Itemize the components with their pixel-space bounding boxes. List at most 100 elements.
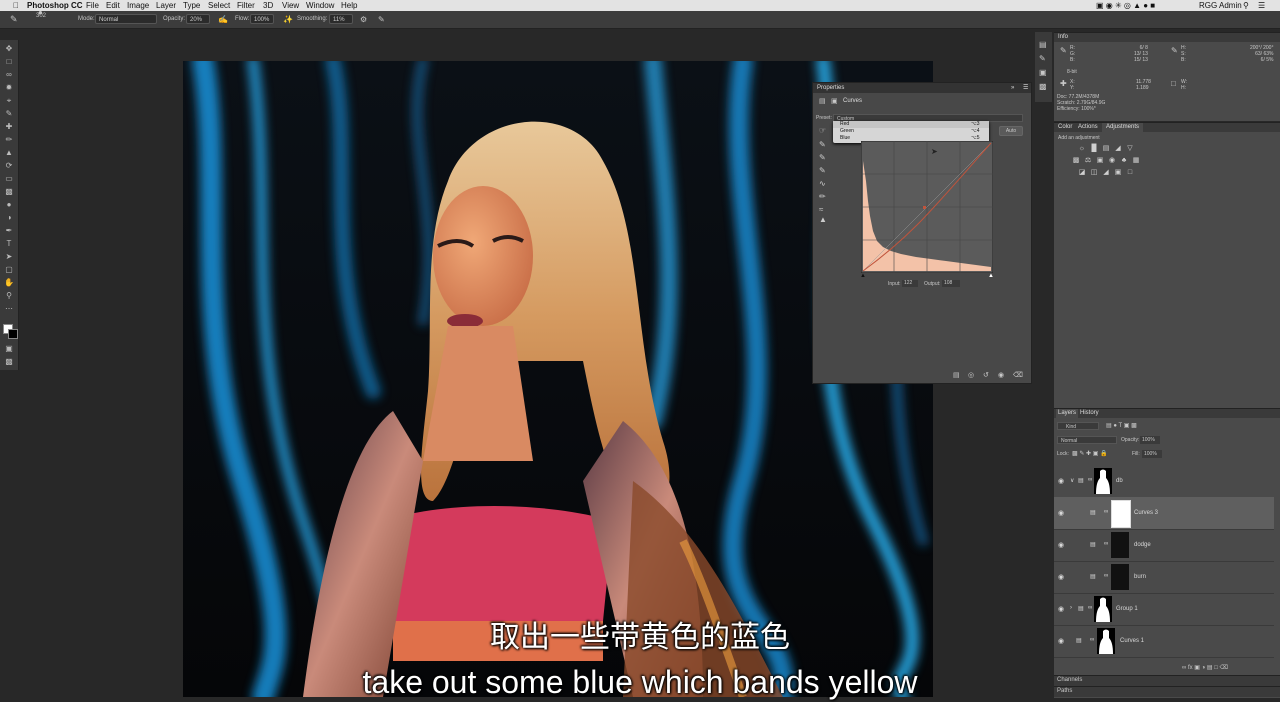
layer-filter-select[interactable]: Kind xyxy=(1057,422,1099,430)
black-point-slider-icon[interactable]: ▲ xyxy=(860,273,866,279)
menu-3d[interactable]: 3D xyxy=(263,0,273,11)
color-lookup-icon[interactable]: ▦ xyxy=(1132,157,1140,164)
auto-button[interactable]: Auto xyxy=(999,126,1023,136)
pen-tool-icon[interactable]: ✒ xyxy=(4,226,14,235)
lasso-tool-icon[interactable]: ∞ xyxy=(4,70,14,79)
curves-graph[interactable] xyxy=(861,141,993,273)
visibility-eye-icon[interactable]: ◉ xyxy=(1058,605,1064,613)
menu-file[interactable]: File xyxy=(86,0,99,11)
threshold-icon[interactable]: ◢ xyxy=(1102,169,1110,176)
rectangle-tool-icon[interactable]: ▢ xyxy=(4,265,14,274)
zoom-tool-icon[interactable]: ⚲ xyxy=(4,291,14,300)
apple-icon[interactable]:  xyxy=(13,0,19,11)
eyedropper-tool-icon[interactable]: ✎ xyxy=(4,109,14,118)
type-tool-icon[interactable]: T xyxy=(4,239,14,248)
layer-row-curves-3[interactable]: ◉ ▤ ∞ Curves 3 xyxy=(1054,497,1274,530)
quick-mask-icon[interactable]: ▣ xyxy=(4,344,14,353)
smoothing-input[interactable]: 11% xyxy=(329,14,353,24)
levels-icon[interactable]: █ xyxy=(1090,145,1098,152)
gradient-tool-icon[interactable]: ▩ xyxy=(4,187,14,196)
output-value[interactable]: 108 xyxy=(942,280,960,287)
group-expand-icon[interactable]: ∨ xyxy=(1070,477,1074,484)
hand-tool-icon[interactable]: ✋ xyxy=(4,278,14,287)
trash-icon[interactable]: ⌫ xyxy=(1013,371,1023,379)
clip-to-layer-icon[interactable]: ▤ xyxy=(953,371,960,379)
hue-saturation-icon[interactable]: ▩ xyxy=(1072,157,1080,164)
brightness-icon[interactable]: ☼ xyxy=(1078,145,1086,152)
tab-color[interactable]: Color xyxy=(1058,123,1072,132)
selective-color-icon[interactable]: □ xyxy=(1126,169,1134,176)
blend-mode-select[interactable]: Normal xyxy=(1057,436,1117,444)
tab-actions[interactable]: Actions xyxy=(1078,123,1098,132)
mode-select[interactable]: Normal xyxy=(95,14,157,24)
target-adjust-icon[interactable]: ☞ xyxy=(819,127,827,135)
white-point-slider-icon[interactable]: ▲ xyxy=(988,273,994,279)
opacity-input[interactable]: 20% xyxy=(186,14,210,24)
eraser-tool-icon[interactable]: ▭ xyxy=(4,174,14,183)
clipping-warning-icon[interactable]: ▲ xyxy=(819,216,827,224)
visibility-eye-icon[interactable]: ◉ xyxy=(1058,509,1064,517)
mask-icon[interactable]: ▣ xyxy=(831,97,838,105)
pressure-size-icon[interactable]: ✎ xyxy=(378,11,385,28)
panel-menu-icon[interactable]: ☰ xyxy=(1023,83,1028,93)
lock-icons[interactable]: ▩ ✎ ✚ ▣ 🔒 xyxy=(1072,450,1108,457)
menu-type[interactable]: Type xyxy=(183,0,200,11)
brush-tool-icon[interactable]: ✎ xyxy=(10,11,18,28)
menu-help[interactable]: Help xyxy=(341,0,357,11)
user-name[interactable]: RGG Admin xyxy=(1199,0,1242,11)
marquee-tool-icon[interactable]: □ xyxy=(4,57,14,66)
curve-points-icon[interactable]: ∿ xyxy=(819,180,827,188)
pressure-opacity-icon[interactable]: ✍ xyxy=(218,11,228,28)
photo-filter-icon[interactable]: ◉ xyxy=(1108,157,1116,164)
tab-adjustments[interactable]: Adjustments xyxy=(1102,123,1144,132)
collapse-icon[interactable]: » xyxy=(1011,83,1014,93)
menu-window[interactable]: Window xyxy=(306,0,334,11)
filter-type-icons[interactable]: ▤ ● T ▣ ▩ xyxy=(1106,422,1137,429)
screen-mode-icon[interactable]: ▩ xyxy=(4,357,14,366)
tab-history[interactable]: History xyxy=(1080,409,1099,418)
color-balance-icon[interactable]: ⚖ xyxy=(1084,157,1092,164)
background-color-swatch[interactable] xyxy=(8,329,18,339)
vibrance-icon[interactable]: ▽ xyxy=(1126,145,1134,152)
layer-row-burn[interactable]: ◉ ▤ ∞ burn xyxy=(1054,561,1274,594)
gear-icon[interactable]: ⚙ xyxy=(360,11,367,28)
gray-point-eyedropper-icon[interactable]: ✎ xyxy=(819,154,827,162)
exposure-icon[interactable]: ◢ xyxy=(1114,145,1122,152)
status-icons[interactable]: ▣ ◉ ✳ ◎ ▲ ● ■ xyxy=(1096,0,1155,11)
pencil-draw-icon[interactable]: ✏ xyxy=(819,193,827,201)
brush-tool-icon[interactable]: ✏ xyxy=(4,135,14,144)
channel-mixer-icon[interactable]: ♣ xyxy=(1120,157,1128,164)
search-icon[interactable]: ⚲ xyxy=(1243,0,1249,11)
layer-mask-thumbnail[interactable] xyxy=(1111,532,1129,558)
layer-row-db[interactable]: ◉ ∨ ▤ ∞ db xyxy=(1054,465,1274,498)
visibility-icon[interactable]: ◉ xyxy=(998,371,1004,379)
menu-image[interactable]: Image xyxy=(127,0,149,11)
menu-view[interactable]: View xyxy=(282,0,299,11)
channel-dropdown[interactable]: Red ⌥3 Green ⌥4 Blue ⌥5 xyxy=(833,121,989,143)
group-expand-icon[interactable]: › xyxy=(1070,605,1072,611)
invert-icon[interactable]: ◪ xyxy=(1078,169,1086,176)
smooth-curve-icon[interactable]: ≈ xyxy=(819,206,827,214)
channel-option-green[interactable]: Green ⌥4 xyxy=(833,128,989,135)
layer-row-dodge[interactable]: ◉ ▤ ∞ dodge xyxy=(1054,529,1274,562)
reset-icon[interactable]: ↺ xyxy=(983,371,989,379)
fill-input[interactable]: 100% xyxy=(1142,450,1162,458)
tab-layers[interactable]: Layers xyxy=(1056,409,1079,418)
character-panel-icon[interactable]: ▩ xyxy=(1039,82,1047,91)
layer-mask-thumbnail[interactable] xyxy=(1094,596,1112,622)
visibility-eye-icon[interactable]: ◉ xyxy=(1058,541,1064,549)
move-tool-icon[interactable]: ✥ xyxy=(4,44,14,53)
menu-filter[interactable]: Filter xyxy=(237,0,255,11)
layer-opacity-input[interactable]: 100% xyxy=(1140,436,1160,444)
curves-icon[interactable]: ▤ xyxy=(1102,145,1110,152)
dodge-tool-icon[interactable]: ◑ xyxy=(4,213,14,222)
menu-layer[interactable]: Layer xyxy=(156,0,176,11)
history-brush-tool-icon[interactable]: ⟳ xyxy=(4,161,14,170)
gradient-map-icon[interactable]: ▣ xyxy=(1114,169,1122,176)
layer-mask-thumbnail[interactable] xyxy=(1111,564,1129,590)
posterize-icon[interactable]: ◫ xyxy=(1090,169,1098,176)
layer-mask-thumbnail[interactable] xyxy=(1111,500,1131,528)
airbrush-icon[interactable]: ✨ xyxy=(283,11,293,28)
clone-panel-icon[interactable]: ▣ xyxy=(1039,68,1047,77)
input-value[interactable]: 122 xyxy=(902,280,918,287)
